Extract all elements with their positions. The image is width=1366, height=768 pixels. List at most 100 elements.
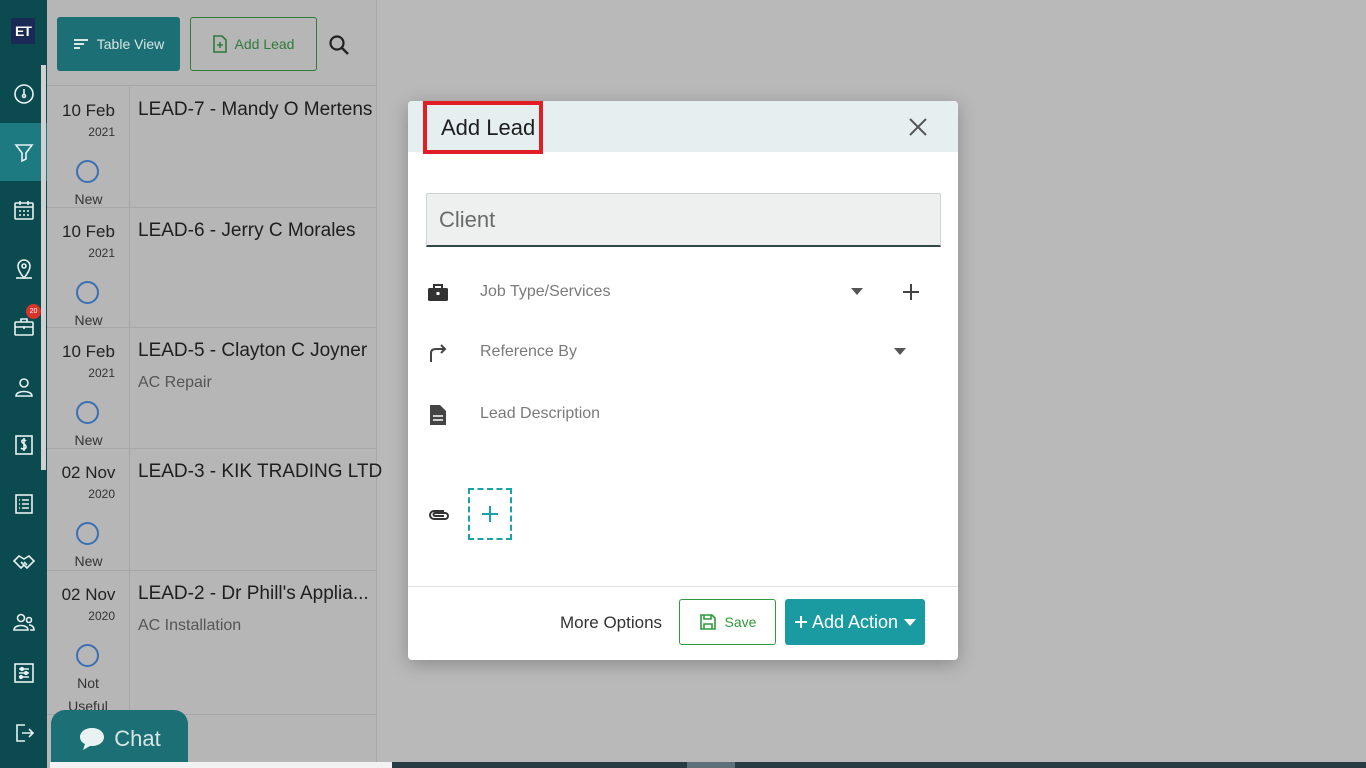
- chat-button[interactable]: Chat: [51, 710, 188, 768]
- save-label: Save: [724, 614, 757, 630]
- briefcase-icon: [428, 284, 448, 301]
- list-icon: [14, 494, 33, 514]
- lead-date-column: 02 Nov 2020 Not Useful: [47, 571, 130, 714]
- lead-day: 02 Nov: [61, 463, 116, 482]
- lead-service: AC Installation: [138, 617, 242, 634]
- plus-icon: [482, 506, 498, 522]
- add-job-type-icon[interactable]: [900, 281, 922, 303]
- paperclip-icon: [429, 510, 449, 520]
- user-icon: [14, 378, 33, 397]
- document-icon: [430, 405, 446, 425]
- add-attachment-button[interactable]: [468, 488, 512, 540]
- lead-day: 10 Feb: [62, 342, 115, 361]
- chat-bubble-icon: [80, 728, 105, 750]
- save-icon: [699, 614, 716, 630]
- status-circle-icon: [76, 160, 99, 183]
- add-file-icon: [212, 35, 227, 53]
- lead-year: 2021: [88, 125, 115, 139]
- nav-list[interactable]: [0, 475, 47, 533]
- lead-year: 2020: [88, 609, 115, 623]
- scrollbar-thumb[interactable]: [687, 762, 735, 768]
- lead-card[interactable]: 10 Feb 2021 New LEAD-6 - Jerry C Morales: [47, 208, 377, 328]
- funnel-icon: [13, 144, 34, 163]
- lead-day: 10 Feb: [62, 101, 115, 120]
- close-icon[interactable]: [906, 115, 930, 139]
- nav-team[interactable]: [0, 593, 47, 651]
- table-view-label: Table View: [96, 36, 165, 52]
- reference-label: Reference By: [480, 343, 577, 360]
- lead-year: 2021: [88, 366, 115, 380]
- sliders-icon: [13, 663, 34, 683]
- nav-settings[interactable]: [0, 644, 47, 702]
- lead-title: LEAD-6 - Jerry C Morales: [138, 220, 356, 241]
- lead-service: AC Repair: [138, 374, 212, 391]
- status-circle-icon: [76, 644, 99, 667]
- client-input[interactable]: Client: [426, 193, 941, 247]
- lead-day: 02 Nov: [61, 585, 116, 604]
- chevron-down-icon: [904, 618, 917, 626]
- nav-deals[interactable]: [0, 533, 47, 591]
- job-type-select[interactable]: Job Type/Services: [426, 273, 941, 313]
- add-action-label: Add Action: [811, 611, 899, 632]
- lead-title: LEAD-2 - Dr Phill's Applia...: [138, 583, 369, 604]
- lead-card[interactable]: 10 Feb 2021 New LEAD-7 - Mandy O Mertens: [47, 87, 377, 208]
- nav-customers[interactable]: [0, 358, 47, 416]
- lead-card[interactable]: 02 Nov 2020 New LEAD-3 - KIK TRADING LTD: [47, 449, 382, 571]
- search-icon[interactable]: [327, 33, 351, 57]
- nav-calendar[interactable]: [0, 181, 47, 239]
- lead-card[interactable]: 10 Feb 2021 New LEAD-5 - Clayton C Joyne…: [47, 328, 377, 449]
- reference-dropdown-icon[interactable]: [894, 348, 906, 355]
- lead-date-column: 10 Feb 2021 New: [47, 87, 130, 207]
- rail-scrollbar[interactable]: [41, 65, 46, 470]
- jobs-count-badge: 20: [26, 304, 41, 319]
- description-label: Lead Description: [480, 405, 601, 422]
- nav-logout[interactable]: [0, 704, 47, 762]
- lead-title: LEAD-7 - Mandy O Mertens: [138, 99, 373, 120]
- table-view-button[interactable]: Table View: [57, 17, 180, 71]
- nav-dashboard[interactable]: [0, 65, 47, 123]
- chat-label: Chat: [114, 726, 161, 751]
- nav-leads[interactable]: [0, 123, 47, 181]
- sort-lines-icon: [73, 39, 88, 49]
- description-field[interactable]: Lead Description: [426, 395, 941, 435]
- plus-icon: [794, 616, 807, 628]
- client-placeholder: Client: [439, 206, 496, 232]
- add-lead-label: Add Lead: [234, 36, 295, 52]
- dialog-footer: More Options Save Add Action: [408, 586, 958, 660]
- more-options-link[interactable]: More Options: [560, 613, 662, 633]
- status-circle-icon: [76, 281, 99, 304]
- lead-year: 2020: [88, 487, 115, 501]
- lead-date-column: 02 Nov 2020 New: [47, 449, 130, 570]
- lead-date-column: 10 Feb 2021 New: [47, 208, 130, 328]
- add-action-button[interactable]: Add Action: [785, 599, 925, 645]
- lead-toolbar: Table View Add Lead: [47, 0, 377, 86]
- lead-title: LEAD-3 - KIK TRADING LTD: [138, 461, 383, 482]
- nav-rail: ET 20: [0, 0, 47, 768]
- lead-card[interactable]: 02 Nov 2020 Not Useful LEAD-2 - Dr Phill…: [47, 571, 377, 715]
- lead-title: LEAD-5 - Clayton C Joyner: [138, 340, 368, 361]
- bottom-bar: [50, 762, 392, 768]
- job-type-label: Job Type/Services: [480, 283, 611, 300]
- dashboard-icon: [13, 84, 34, 104]
- lead-date-column: 10 Feb 2021 New: [47, 328, 130, 448]
- reference-select[interactable]: Reference By: [426, 333, 941, 373]
- dollar-icon: [14, 435, 33, 455]
- status-circle-icon: [76, 522, 99, 545]
- map-pin-icon: [15, 259, 32, 280]
- save-button[interactable]: Save: [679, 599, 776, 645]
- handshake-icon: [12, 554, 35, 570]
- dialog-header: Add Lead: [408, 101, 958, 154]
- dialog-title: Add Lead: [423, 101, 543, 154]
- nav-map[interactable]: [0, 240, 47, 298]
- nav-jobs[interactable]: 20: [0, 298, 47, 356]
- job-type-dropdown-icon[interactable]: [851, 288, 863, 295]
- add-lead-button[interactable]: Add Lead: [190, 17, 317, 71]
- users-icon: [12, 613, 35, 631]
- app-logo[interactable]: ET: [11, 18, 35, 44]
- add-lead-dialog: Add Lead Client Job Type/Services Refere…: [408, 101, 958, 660]
- horizontal-scrollbar[interactable]: [392, 762, 1366, 768]
- lead-day: 10 Feb: [62, 222, 115, 241]
- lead-year: 2021: [88, 246, 115, 260]
- lead-status: New: [74, 553, 103, 569]
- nav-invoices[interactable]: [0, 416, 47, 474]
